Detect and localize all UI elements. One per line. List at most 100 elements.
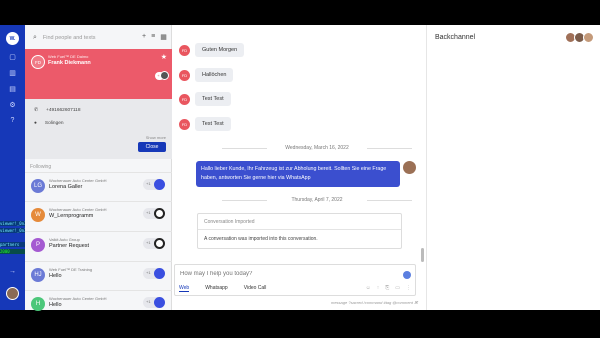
backchannel-panel: Backchannel: [426, 25, 600, 310]
help-icon[interactable]: ?: [8, 116, 17, 125]
follow-toggle[interactable]: +1: [143, 179, 165, 190]
settings-icon[interactable]: ⚙: [8, 101, 17, 110]
active-conversation-card[interactable]: FD Web Fuel™ DE Daimo Frank Diekmann ★ +…: [25, 49, 172, 99]
sender-avatar: FD: [179, 93, 190, 105]
tab-whatsapp[interactable]: Whatsapp: [205, 285, 228, 292]
sender-avatar: FD: [179, 118, 190, 130]
contact-company: Wochenauer Auto Center GmbH: [49, 207, 107, 212]
search-bar[interactable]: ⌕ Find people and texts: [29, 31, 129, 44]
list-item[interactable]: HJ Web Fuel™ DE Training Hello +1: [25, 261, 172, 290]
star-icon[interactable]: ★: [161, 53, 167, 61]
incoming-message: FD Guten Morgen: [179, 43, 245, 57]
contact-details: ✆ +491662607118 ● Solingen Show more Clo…: [25, 99, 172, 159]
follow-toggle[interactable]: +1: [143, 268, 165, 279]
contact-name: Hello: [49, 302, 62, 308]
chat-panel: FD Guten Morgen FD Hallöchen FD Test Tes…: [172, 25, 426, 310]
sender-avatar: FD: [179, 69, 190, 81]
show-more-link[interactable]: Show more: [146, 135, 166, 140]
follow-toggle[interactable]: +1: [143, 238, 165, 249]
phone-icon: ✆: [34, 108, 39, 113]
contact-company: Wochenauer Auto Center GmbH: [49, 178, 107, 183]
contact-avatar: P: [31, 238, 45, 252]
emoji-icon[interactable]: ☺: [366, 285, 371, 291]
contact-avatar: FD: [31, 55, 45, 69]
debug-tag: 2000: [0, 249, 25, 254]
contact-name: Lorena Galler: [49, 184, 83, 190]
grid-view-icon[interactable]: ▦: [160, 33, 167, 41]
app-logo[interactable]: W.: [6, 32, 19, 45]
more-icon[interactable]: ⋮: [406, 285, 411, 291]
composer-tools: ☺ ↑ ⎘ ▭ ⋮: [366, 285, 411, 291]
list-item[interactable]: P Valkit Auto Group Partner Request +1: [25, 231, 172, 260]
contact-avatar: LG: [31, 179, 45, 193]
outgoing-message: Hallo lieber Kunde, Ihr Fahrzeug ist zur…: [196, 161, 400, 187]
conversation-imported-card: Conversation Imported A conversation was…: [197, 213, 402, 249]
phone-number: +491662607118: [46, 108, 81, 113]
left-rail: W. ▢ ▥ ▤ ⚙ ? viewer!_0n31 viewer!_0n31 p…: [0, 25, 25, 310]
contact-company: Web Fuel™ DE Daimo: [48, 54, 89, 59]
message-bubble: Test Test: [195, 117, 231, 131]
contact-company: Valkit Auto Group: [49, 237, 80, 242]
chat-scrollbar[interactable]: [421, 25, 424, 310]
date-divider: Wednesday, March 16, 2022: [222, 145, 412, 151]
search-icon: ⌕: [33, 33, 37, 41]
contact-name: Partner Request: [49, 243, 90, 249]
location-icon: ●: [34, 121, 37, 126]
message-input[interactable]: [180, 271, 380, 277]
incoming-message: FD Test Test: [179, 92, 231, 106]
list-view-icon[interactable]: ≡: [151, 33, 155, 41]
list-item[interactable]: H Wochenauer Auto Center GmbH Hello +1: [25, 290, 172, 319]
message-bubble: Hallöchen: [195, 68, 234, 82]
composer-hint: message ?sacred /command #tag @comment ⌘: [331, 300, 418, 305]
analytics-icon[interactable]: ▥: [8, 69, 17, 78]
list-toolbar: + ≡ ▦: [142, 33, 167, 41]
agent-avatar: [160, 71, 169, 80]
contact-avatar: HJ: [31, 268, 45, 282]
follow-toggle[interactable]: +1: [143, 297, 165, 308]
location-row: ● Solingen: [34, 121, 64, 126]
follow-toggle[interactable]: +1: [143, 208, 165, 219]
inbox-icon[interactable]: ▤: [8, 85, 17, 94]
incoming-message: FD Hallöchen: [179, 68, 234, 82]
send-icon[interactable]: [403, 271, 411, 279]
incoming-message: FD Test Test: [179, 117, 231, 131]
debug-tag: viewer!_0n31: [0, 228, 25, 233]
close-button[interactable]: Close: [138, 142, 166, 152]
message-bubble: Test Test: [195, 92, 231, 106]
upload-icon[interactable]: ↑: [377, 285, 380, 291]
contact-company: Wochenauer Auto Center GmbH: [49, 296, 107, 301]
sender-avatar: FD: [179, 44, 190, 56]
contact-avatar: W: [31, 208, 45, 222]
location-text: Solingen: [44, 121, 64, 126]
search-input[interactable]: Find people and texts: [43, 35, 96, 41]
contact-list-panel: ⌕ Find people and texts + ≡ ▦ FD Web Fue…: [25, 25, 172, 311]
phone-row: ✆ +491662607118: [34, 108, 81, 113]
contact-name: W_Lernprogramm: [49, 213, 94, 219]
template-icon[interactable]: ▭: [395, 285, 400, 291]
debug-tag: viewer!_0n31: [0, 221, 25, 226]
participant-avatars[interactable]: [565, 32, 594, 43]
agent-avatar: [403, 161, 416, 174]
contact-name: Frank Diekmann: [48, 60, 91, 66]
contact-company: Web Fuel™ DE Training: [49, 267, 93, 272]
import-description: A conversation was imported into this co…: [204, 236, 318, 242]
tab-web[interactable]: Web: [179, 285, 190, 292]
message-bubble: Guten Morgen: [195, 43, 245, 57]
date-divider: Thursday, April 7, 2022: [222, 197, 412, 203]
add-icon[interactable]: +: [142, 33, 146, 41]
message-composer: Web Whatsapp Video Call ☺ ↑ ⎘ ▭ ⋮: [174, 264, 416, 296]
following-label: Following: [30, 164, 52, 170]
contact-name: Hello: [49, 273, 62, 279]
import-title: Conversation Imported: [204, 219, 255, 225]
contact-avatar: H: [31, 297, 45, 311]
list-item[interactable]: LG Wochenauer Auto Center GmbH Lorena Ga…: [25, 172, 172, 201]
list-item[interactable]: W Wochenauer Auto Center GmbH W_Lernprog…: [25, 201, 172, 230]
chat-icon[interactable]: ▢: [8, 53, 17, 62]
app-window: W. ▢ ▥ ▤ ⚙ ? viewer!_0n31 viewer!_0n31 p…: [0, 25, 600, 311]
tab-video-call[interactable]: Video Call: [244, 285, 267, 292]
expand-arrow-icon[interactable]: →: [8, 267, 17, 276]
avatar: [583, 32, 594, 43]
channel-tabs: Web Whatsapp Video Call: [179, 285, 266, 292]
attach-icon[interactable]: ⎘: [385, 285, 389, 291]
user-avatar[interactable]: [6, 287, 19, 300]
